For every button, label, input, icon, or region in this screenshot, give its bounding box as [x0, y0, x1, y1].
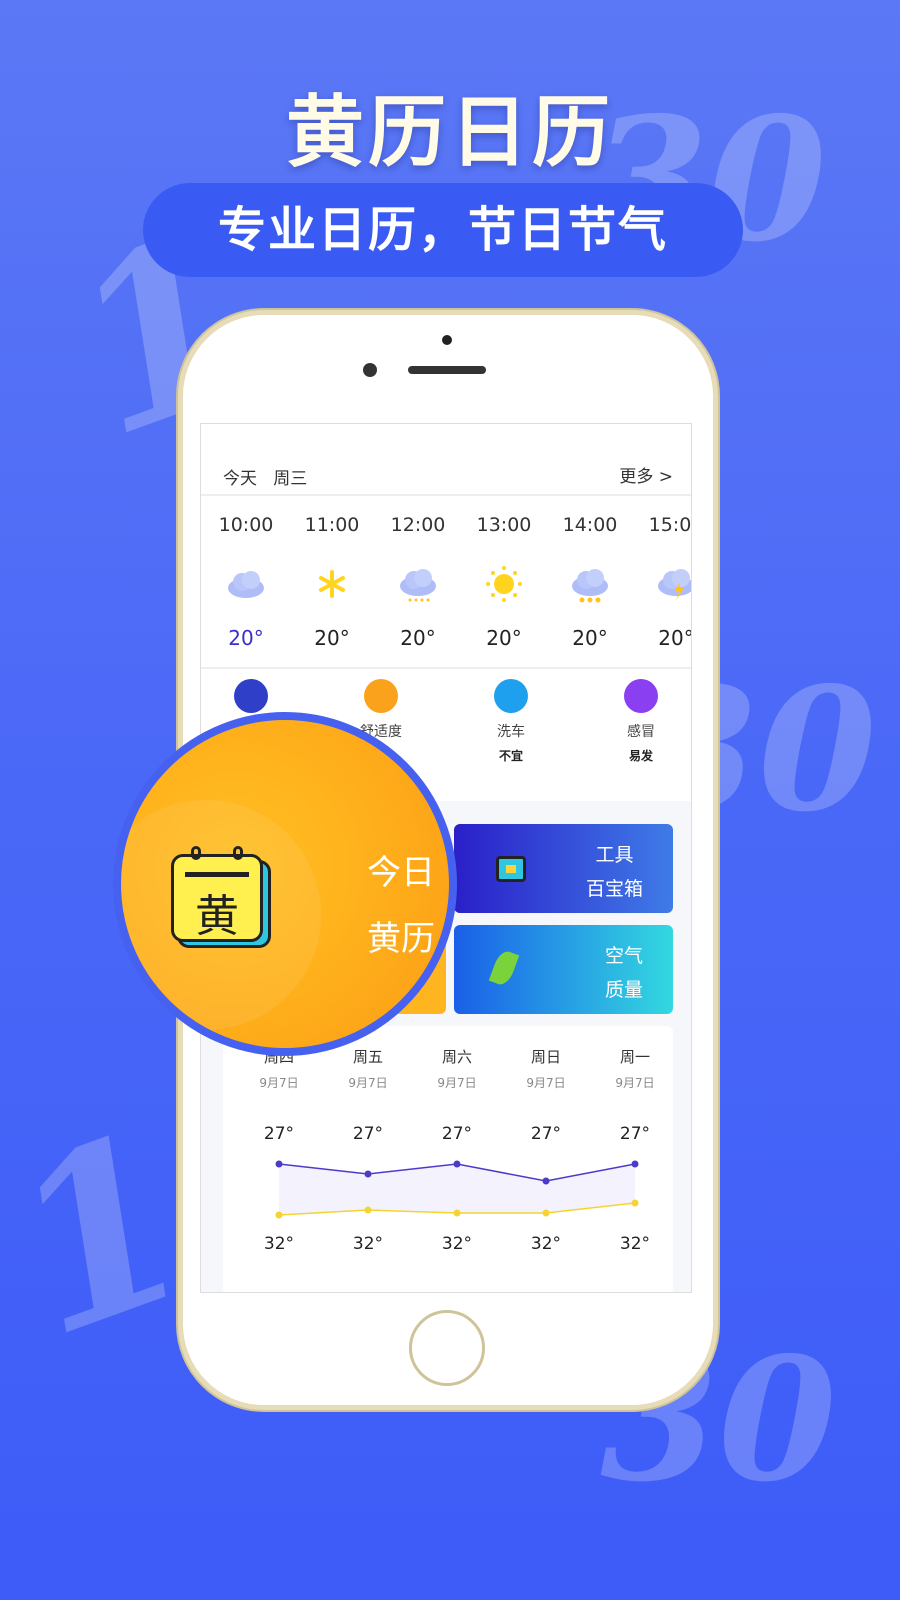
forecast-date: 9月7日: [437, 1076, 477, 1090]
forecast-weekday: 周六: [441, 1048, 472, 1066]
almanac-icon-char: 黄: [195, 891, 239, 942]
hour-temp: 20°: [658, 626, 692, 650]
temp-range-area: [279, 1164, 635, 1215]
high-temp-line-point: [631, 1160, 639, 1168]
forecast-high: 27°: [263, 1124, 295, 1144]
sun-icon: [486, 566, 522, 602]
forecast-weekday: 周日: [530, 1048, 561, 1066]
hour-time: 13:00: [476, 514, 532, 536]
forecast-low: 32°: [619, 1234, 651, 1254]
almanac-line1: 今日: [367, 853, 435, 893]
leaf-icon: [488, 948, 520, 988]
low-temp-line-point: [364, 1206, 372, 1214]
forecast-high: 27°: [441, 1124, 473, 1144]
forecast-high: 27°: [619, 1124, 651, 1144]
toolbox-icon: [496, 856, 526, 882]
forecast-weekday: 周一: [619, 1048, 650, 1066]
high-temp-line-point: [453, 1160, 461, 1168]
forecast-weekday: 周五: [352, 1048, 383, 1066]
index-value: 易发: [628, 749, 653, 763]
almanac-calendar-icon: 黄: [171, 846, 271, 948]
tools-card[interactable]: 工具 百宝箱: [454, 824, 673, 913]
almanac-line2: 黄历: [367, 919, 435, 959]
high-temp-line-point: [275, 1160, 283, 1168]
pill-icon: [624, 679, 658, 713]
tools-line1: 工具: [595, 844, 634, 866]
uv-icon: [234, 679, 268, 713]
hour-time: 11:00: [304, 514, 360, 536]
air-line1: 空气: [604, 945, 643, 967]
index-item[interactable]: 洗车 不宜: [466, 669, 556, 764]
forecast-high: 27°: [352, 1124, 384, 1144]
forecast-date: 9月7日: [348, 1076, 388, 1090]
hour-time: 10:00: [218, 514, 274, 536]
today-header: 今天 周三 更多 >: [201, 424, 691, 496]
forecast-date: 9月7日: [259, 1076, 299, 1090]
high-temp-line-point: [364, 1170, 372, 1178]
hour-temp: 20°: [314, 626, 350, 650]
hour-time: 12:00: [390, 514, 446, 536]
almanac-magnifier[interactable]: 黄 今日黄历: [113, 712, 457, 1056]
hour-temp: 20°: [400, 626, 436, 650]
forecast-date: 9月7日: [615, 1076, 655, 1090]
forecast-low: 32°: [263, 1234, 295, 1254]
smile-icon: [364, 679, 398, 713]
cloud-thunder-icon: [658, 569, 691, 600]
tools-line2: 百宝箱: [585, 878, 643, 900]
high-temp-line-point: [542, 1177, 550, 1185]
low-temp-line-point: [275, 1211, 283, 1219]
camera-icon: [363, 363, 377, 377]
hourly-forecast[interactable]: 10:00 20° 11:00 20° 12:00 20° 13:00 20° 14:0…: [201, 496, 692, 669]
index-label: 感冒: [627, 724, 655, 740]
hour-time: 15:00: [648, 514, 692, 536]
banner-title: 黄历日历: [285, 87, 614, 178]
cloud-snow-icon: [400, 569, 436, 602]
daily-forecast: 周四 9月7日 27° 32° 周五 9月7日 27° 32° 周六 9月7日 27…: [223, 1026, 673, 1292]
more-link[interactable]: 更多 >: [619, 462, 673, 487]
index-label: 洗车: [497, 724, 525, 740]
forecast-low: 32°: [530, 1234, 562, 1254]
forecast-low: 32°: [441, 1234, 473, 1254]
index-item[interactable]: 感冒 易发: [596, 669, 686, 764]
air-line2: 质量: [604, 979, 643, 1001]
hour-temp: 20°: [486, 626, 522, 650]
snowflake-icon: [319, 570, 345, 598]
banner-subtitle: 专业日历，节日节气: [143, 183, 743, 277]
forecast-high: 27°: [530, 1124, 562, 1144]
car-icon: [494, 679, 528, 713]
cloud-sleet-icon: [572, 569, 608, 603]
speaker-grille: [408, 366, 486, 374]
air-quality-card[interactable]: 空气 质量: [454, 925, 673, 1014]
hour-temp: 20°: [228, 626, 264, 650]
hour-time: 14:00: [562, 514, 618, 536]
cloud-icon: [228, 571, 264, 598]
low-temp-line-point: [542, 1209, 550, 1217]
hour-temp: 20°: [572, 626, 608, 650]
today-label: 今天 周三: [223, 469, 308, 489]
low-temp-line-point: [631, 1199, 639, 1207]
forecast-date: 9月7日: [526, 1076, 566, 1090]
low-temp-line-point: [453, 1209, 461, 1217]
sensor-dot: [442, 335, 452, 345]
home-button[interactable]: [409, 1310, 485, 1386]
index-value: 不宜: [498, 749, 523, 763]
forecast-low: 32°: [352, 1234, 384, 1254]
